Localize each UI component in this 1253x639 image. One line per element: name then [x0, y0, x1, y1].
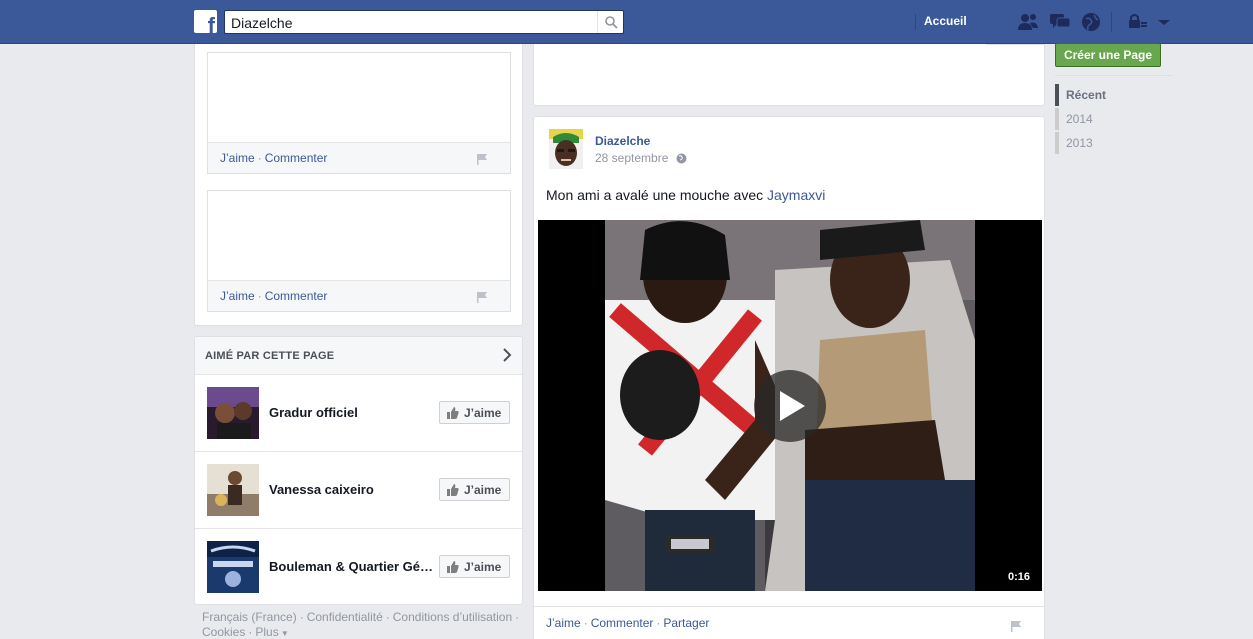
post-date-text[interactable]: 28 septembre [595, 151, 668, 165]
page-thumbnail[interactable] [207, 387, 259, 439]
tagged-friend-link[interactable]: Jaymaxvi [767, 187, 825, 203]
chevron-right-icon[interactable] [502, 348, 512, 362]
timeline-nav-2013[interactable]: 2013 [1055, 132, 1175, 154]
shared-post-preview: J’aime · Commenter [207, 190, 511, 312]
like-page-button[interactable]: J’aime [439, 555, 510, 578]
flag-icon[interactable] [1010, 620, 1022, 632]
comment-link[interactable]: Commenter [265, 151, 328, 165]
like-page-button[interactable]: J’aime [439, 401, 510, 424]
author-avatar[interactable] [549, 129, 583, 169]
create-page-button[interactable]: Créer une Page [1055, 43, 1161, 67]
timeline-nav-recent[interactable]: Récent [1055, 84, 1175, 106]
privacy-link[interactable]: Confidentialité [307, 610, 383, 624]
home-link[interactable]: Accueil [915, 14, 967, 30]
cookies-link[interactable]: Cookies [202, 625, 245, 639]
comment-link[interactable]: Commenter [591, 616, 654, 630]
friend-requests-icon[interactable] [1016, 11, 1040, 33]
liked-page-item: Gradur officiel J’aime [195, 375, 522, 452]
terms-link[interactable]: Conditions d’utilisation [393, 610, 512, 624]
comment-link[interactable]: Commenter [265, 289, 328, 303]
share-link[interactable]: Partager [663, 616, 709, 630]
thumbs-up-icon [447, 561, 459, 573]
post-author-name[interactable]: Diazelche [595, 134, 650, 148]
video-duration: 0:16 [1007, 571, 1030, 583]
privacy-shortcuts-icon[interactable] [1126, 11, 1150, 33]
previous-post-card [533, 44, 1045, 106]
divider [986, 44, 1044, 45]
more-link[interactable]: Plus [255, 625, 278, 639]
like-page-button[interactable]: J’aime [439, 478, 510, 501]
search-icon [605, 16, 618, 29]
flag-icon[interactable] [476, 153, 488, 165]
play-icon [780, 391, 805, 421]
liked-page-name[interactable]: Gradur officiel [269, 405, 434, 420]
liked-page-name[interactable]: Vanessa caixeiro [269, 482, 434, 497]
like-page-button-label: J’aime [464, 406, 502, 420]
flag-icon[interactable] [476, 291, 488, 303]
post-action-bar: J’aime · Commenter [208, 280, 510, 311]
facebook-logo-icon[interactable]: f [194, 10, 217, 33]
account-menu-chevron-down-icon[interactable] [1152, 11, 1176, 33]
page-footer: Français (France) · Confidentialité · Condit… [202, 610, 520, 639]
liked-by-header[interactable]: AIMÉ PAR CETTE PAGE [195, 337, 522, 375]
search-input-value[interactable]: Diazelche [231, 15, 292, 31]
divider [1055, 75, 1173, 76]
timeline-nav-2014[interactable]: 2014 [1055, 108, 1175, 130]
thumbs-up-icon [447, 484, 459, 496]
liked-page-item: Bouleman & Quartier Gé… J’aime [195, 529, 522, 606]
shared-post-preview: J’aime · Commenter [207, 52, 511, 174]
like-link[interactable]: J’aime [220, 289, 255, 303]
post-action-bar: J’aime · Commenter [208, 142, 510, 173]
post-action-bar: J’aime · Commenter · Partager [534, 606, 1044, 639]
page-thumbnail[interactable] [207, 541, 259, 593]
like-page-button-label: J’aime [464, 483, 502, 497]
messages-icon[interactable] [1048, 11, 1072, 33]
like-link[interactable]: J’aime [220, 151, 255, 165]
post-date[interactable]: 28 septembre [595, 151, 687, 165]
liked-by-title: AIMÉ PAR CETTE PAGE [205, 350, 335, 362]
thumbs-up-icon [447, 407, 459, 419]
liked-page-item: Vanessa caixeiro J’aime [195, 452, 522, 529]
liked-page-name[interactable]: Bouleman & Quartier Gé… [269, 559, 434, 574]
post-message: Mon ami a avalé une mouche avec Jaymaxvi [546, 187, 825, 203]
video-post-card: Diazelche 28 septembre Mon ami a avalé u… [533, 116, 1045, 639]
post-message-text: Mon ami a avalé une mouche avec [546, 187, 768, 203]
video-player[interactable]: 0:16 [538, 220, 1042, 591]
top-navigation-bar: f Diazelche Accueil [0, 0, 1253, 44]
public-globe-icon[interactable] [676, 153, 687, 164]
play-button[interactable] [754, 370, 826, 442]
language-link[interactable]: Français (France) [202, 610, 297, 624]
liked-by-page-card: AIMÉ PAR CETTE PAGE Gradur officiel J’ai… [194, 336, 523, 605]
left-timeline-card: J’aime · Commenter J’aime · Commenter [194, 44, 523, 326]
like-link[interactable]: J’aime [546, 616, 581, 630]
like-page-button-label: J’aime [464, 560, 502, 574]
page-thumbnail[interactable] [207, 464, 259, 516]
more-dropdown-icon[interactable]: ▼ [279, 629, 289, 638]
search-input[interactable]: Diazelche [224, 10, 624, 34]
search-button[interactable] [597, 11, 623, 33]
notifications-globe-icon[interactable] [1080, 11, 1104, 33]
topbar-divider [1111, 12, 1112, 32]
